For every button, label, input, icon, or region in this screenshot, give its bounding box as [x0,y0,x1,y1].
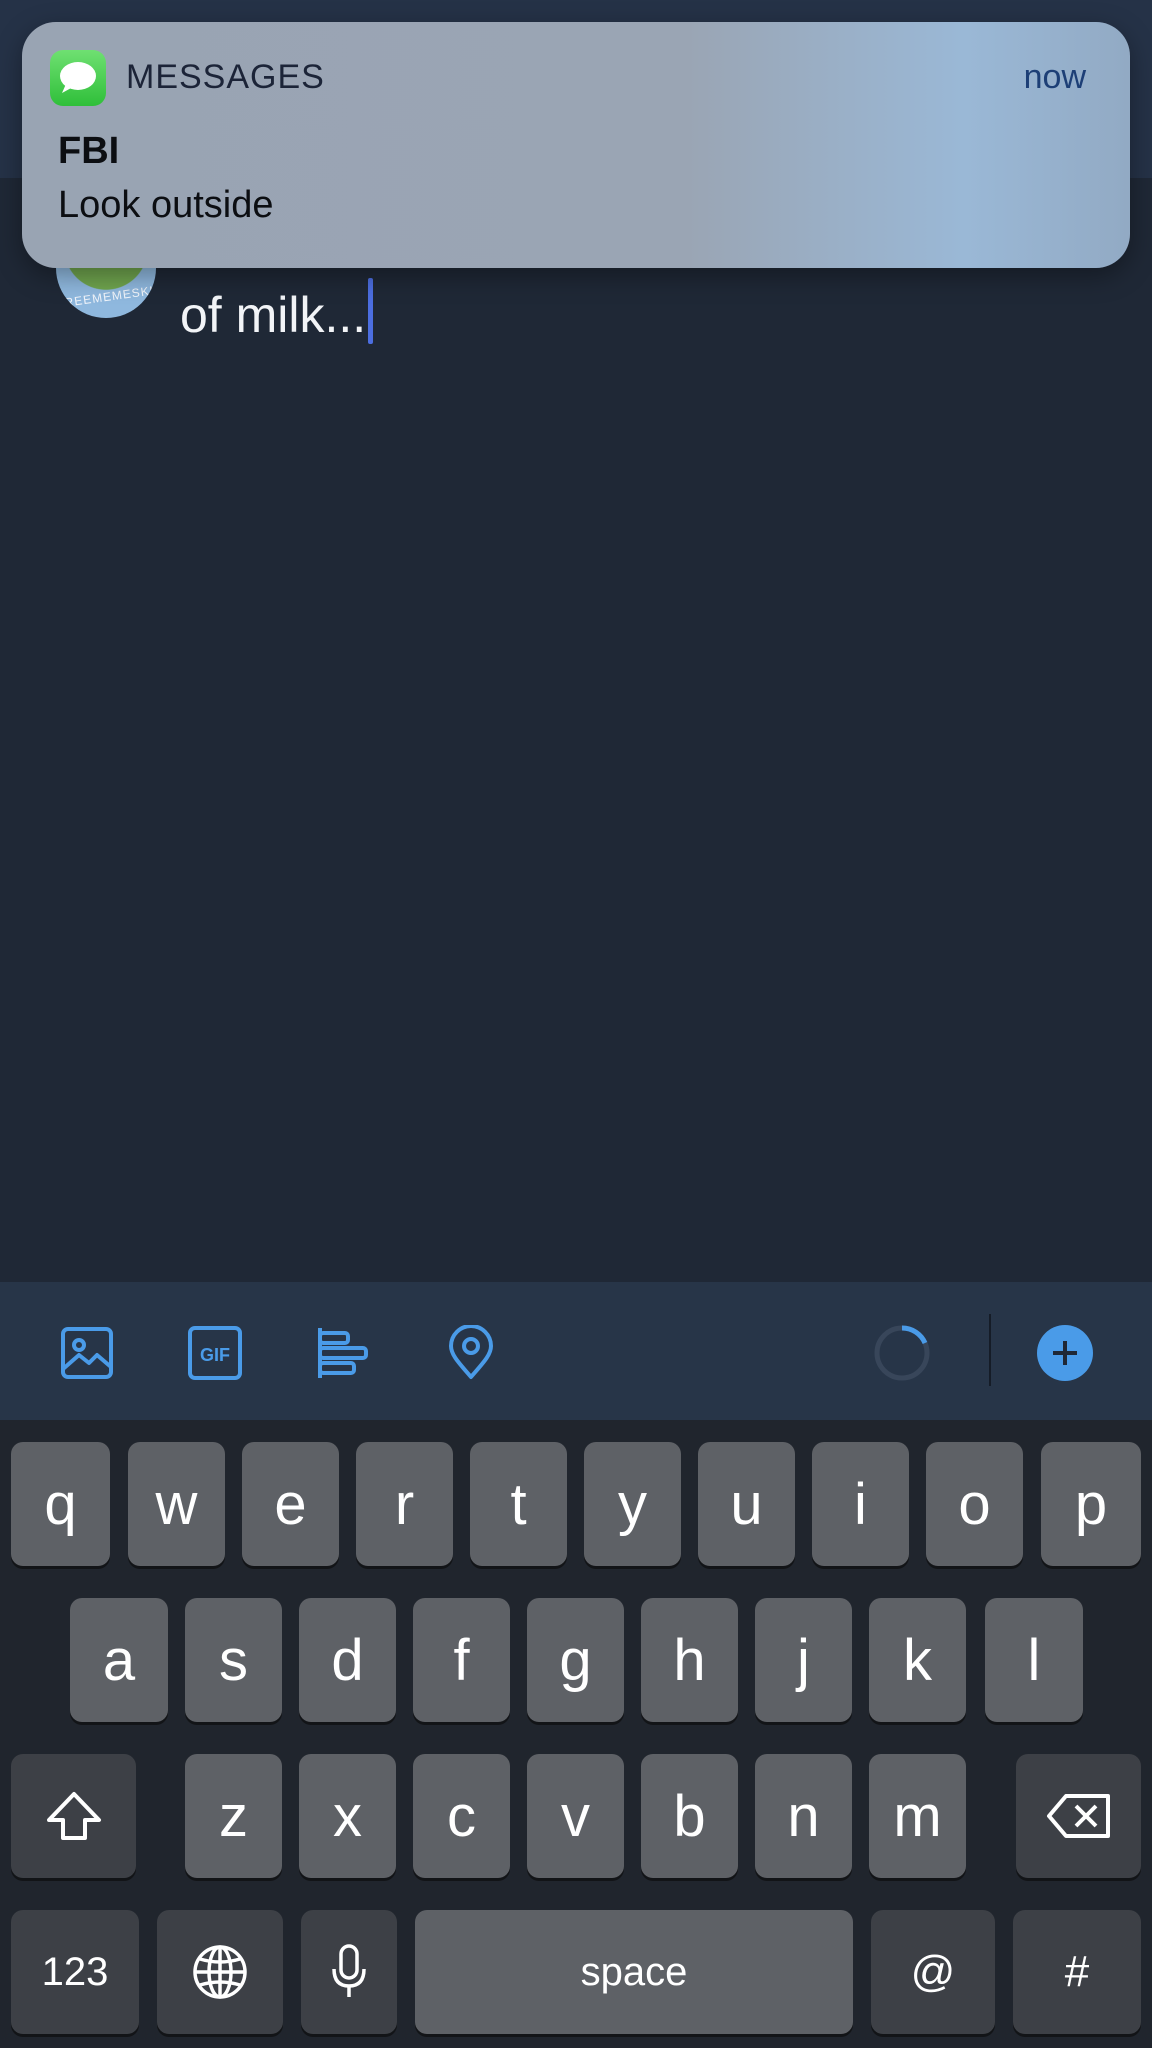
shift-icon [46,1792,101,1840]
key-d[interactable]: d [299,1598,396,1722]
poll-icon [318,1328,368,1378]
key-x[interactable]: x [299,1754,396,1878]
add-icon [1037,1325,1093,1381]
key-y[interactable]: y [584,1442,681,1566]
key-k[interactable]: k [869,1598,966,1722]
key-q[interactable]: q [11,1442,110,1566]
compose-text: of milk... [180,287,367,343]
key-i[interactable]: i [812,1442,909,1566]
location-icon [449,1325,493,1379]
key-c[interactable]: c [413,1754,510,1878]
notification-app-name: MESSAGES [126,58,325,96]
messages-app-icon [50,50,106,106]
key-o[interactable]: o [926,1442,1023,1566]
gif-button[interactable]: GIF [186,1324,244,1382]
space-key[interactable]: space [415,1910,853,2034]
key-f[interactable]: f [413,1598,510,1722]
compose-toolbar: GIF [0,1282,1152,1420]
shift-key[interactable] [11,1754,136,1878]
key-r[interactable]: r [356,1442,453,1566]
location-button[interactable] [442,1324,500,1382]
image-icon [61,1327,113,1379]
gif-icon: GIF [188,1326,242,1380]
key-v[interactable]: v [527,1754,624,1878]
character-count-ring [873,1324,931,1382]
key-b[interactable]: b [641,1754,738,1878]
notification-time: now [1023,58,1086,96]
key-e[interactable]: e [242,1442,339,1566]
progress-ring-icon [874,1325,930,1381]
toolbar-divider [989,1314,991,1386]
tweet-text-input[interactable]: of milk... [180,278,374,345]
compose-area[interactable] [0,178,1152,1282]
key-w[interactable]: w [128,1442,225,1566]
notification-title: FBI [58,130,120,172]
notification-body: Look outside [58,184,274,226]
key-m[interactable]: m [869,1754,966,1878]
hash-key[interactable]: # [1013,1910,1141,2034]
text-caret [368,278,374,344]
globe-key[interactable] [157,1910,283,2034]
notification-banner[interactable]: MESSAGES now FBI Look outside [22,22,1130,268]
key-n[interactable]: n [755,1754,852,1878]
poll-button[interactable] [314,1324,372,1382]
key-j[interactable]: j [755,1598,852,1722]
add-tweet-button[interactable] [1036,1324,1094,1382]
key-h[interactable]: h [641,1598,738,1722]
key-s[interactable]: s [185,1598,282,1722]
backspace-key[interactable] [1016,1754,1141,1878]
key-g[interactable]: g [527,1598,624,1722]
key-a[interactable]: a [70,1598,168,1722]
key-z[interactable]: z [185,1754,282,1878]
gif-label: GIF [200,1345,230,1365]
key-l[interactable]: l [985,1598,1083,1722]
dictation-key[interactable] [301,1910,397,2034]
microphone-icon [332,1944,366,1997]
backspace-icon [1046,1794,1110,1838]
keyboard: q w e r t y u i o p a s d f g h j k l z … [0,1420,1152,2048]
numbers-key[interactable]: 123 [11,1910,139,2034]
at-key[interactable]: @ [871,1910,995,2034]
key-t[interactable]: t [470,1442,567,1566]
key-p[interactable]: p [1041,1442,1141,1566]
key-u[interactable]: u [698,1442,795,1566]
globe-icon [193,1945,247,1999]
image-button[interactable] [58,1324,116,1382]
